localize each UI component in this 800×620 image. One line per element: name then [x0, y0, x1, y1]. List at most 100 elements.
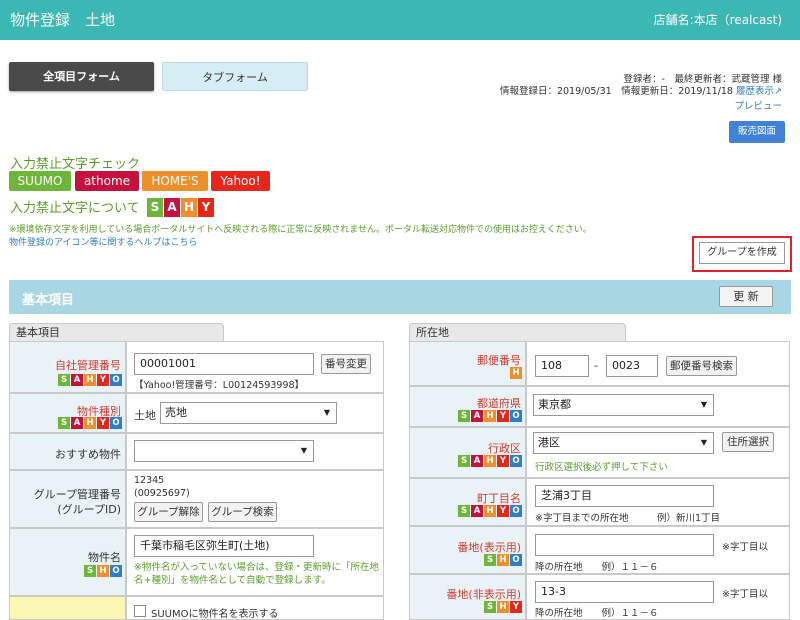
update-button[interactable]: 更 新 — [719, 286, 773, 307]
group-release-button[interactable]: グループ解除 — [134, 502, 203, 522]
zip-first-input[interactable]: 108 — [535, 355, 589, 377]
recommend-select[interactable]: ▼ — [134, 440, 314, 462]
athome-badge: A — [164, 198, 180, 217]
pref-label: 都道府県 — [477, 397, 521, 410]
sale-map-button[interactable]: 販売図面 — [729, 121, 785, 143]
preview-link[interactable]: プレビュー — [734, 98, 782, 112]
address-select-button[interactable]: 住所選択 — [722, 432, 774, 452]
lot-public-badges: SHO — [483, 554, 522, 566]
badge-a: A — [71, 374, 83, 386]
all-fields-form-tab[interactable]: 全項目フォーム — [9, 62, 154, 91]
yahoo-check-button[interactable]: Yahoo! — [211, 171, 270, 191]
highlight-outline — [692, 236, 792, 272]
type-badges: SAHYO — [57, 417, 122, 429]
suumo-check-button[interactable]: SUUMO — [9, 171, 71, 191]
lot-public-label: 番地(表示用) — [457, 541, 521, 554]
badge-h: H — [497, 554, 509, 566]
app-header: 物件登録 土地 店舗名:本店（realcast) — [0, 0, 800, 40]
badge-s: S — [484, 554, 496, 566]
group-search-button[interactable]: グループ検索 — [208, 502, 277, 522]
change-number-button[interactable]: 番号変更 — [321, 354, 371, 374]
icon-help-link[interactable]: 物件登録のアイコン等に関するヘルプはこちら — [9, 235, 198, 248]
prefecture-select[interactable]: 東京都 ▼ — [533, 394, 714, 416]
lot-public-label-cell: 番地(表示用) SHO — [409, 526, 526, 574]
yahoo-mgmt-no: 【Yahoo!管理番号：L00124593998】 — [134, 380, 305, 391]
yahoo-badge: Y — [198, 198, 214, 217]
badge-h: H — [497, 601, 509, 613]
recommend-label: おすすめ物件 — [55, 448, 121, 461]
ward-label: 行政区 — [488, 442, 521, 455]
badge-s: S — [58, 417, 70, 429]
mgmt-no-badges: SAHYO — [57, 374, 122, 386]
ward-select[interactable]: 港区 ▼ — [533, 432, 714, 454]
zip-search-button[interactable]: 郵便番号検索 — [666, 356, 737, 376]
group-label-cell: グループ管理番号 (グループID) — [9, 470, 126, 528]
lot-private-label: 番地(非表示用) — [446, 588, 521, 601]
group-number: 12345 — [134, 475, 165, 486]
badge-a: A — [471, 505, 483, 517]
badge-y: Y — [497, 410, 509, 422]
badge-o: O — [510, 410, 522, 422]
mgmt-no-input[interactable]: 00001001 — [134, 353, 314, 375]
forbidden-char-about-link[interactable]: 入力禁止文字について — [10, 197, 140, 216]
homes-check-button[interactable]: HOME'S — [142, 171, 208, 191]
badge-y: Y — [497, 505, 509, 517]
tab-form-tab[interactable]: タブフォーム — [162, 62, 308, 91]
mgmt-no-label: 自社管理番号 — [55, 359, 121, 372]
zip-label-cell: 郵便番号 H — [409, 341, 526, 386]
badge-a: A — [471, 455, 483, 467]
ward-badges: SAHYO — [457, 455, 522, 467]
chevron-down-icon: ▼ — [323, 408, 330, 417]
badge-h: H — [484, 505, 496, 517]
registration-meta: 登録者：- 最終更新者：武蔵管理 様 情報登録日：2019/05/31 情報更新… — [500, 74, 782, 98]
lot-private-note: 降の所在地 例）１１－６ — [535, 608, 659, 619]
badge-o: O — [510, 554, 522, 566]
property-name-input[interactable]: 千葉市稲毛区弥生町(土地) — [134, 535, 314, 557]
lot-public-note: 降の所在地 例）１１－６ — [535, 562, 659, 573]
history-link[interactable]: 履歴表示 — [736, 86, 774, 97]
athome-check-button[interactable]: athome — [75, 171, 139, 191]
date-info: 情報登録日：2019/05/31 情報更新日：2019/11/18 履歴表示↗ — [499, 86, 782, 97]
type-prefix: 土地 — [134, 409, 156, 422]
badge-s: S — [484, 601, 496, 613]
page-title: 物件登録 土地 — [10, 11, 116, 29]
lot-private-input[interactable]: 13-3 — [535, 581, 714, 603]
ward-note: 行政区選択後必ず押して下さい — [535, 462, 668, 473]
zip-second-input[interactable]: 0023 — [606, 355, 658, 377]
town-input[interactable]: 芝浦3丁目 — [535, 485, 714, 507]
section-basic-items: 基本項目 — [9, 280, 791, 314]
badge-s: S — [458, 410, 470, 422]
group-label-2: (グループID) — [57, 503, 121, 516]
badge-o: O — [510, 505, 522, 517]
town-label: 町丁目名 — [477, 492, 521, 505]
suumo-name-checkbox[interactable] — [134, 605, 146, 617]
lot-public-input[interactable] — [535, 534, 714, 556]
pref-badges: SAHYO — [457, 410, 522, 422]
group-label-1: グループ管理番号 — [33, 488, 121, 501]
badge-o: O — [110, 565, 122, 577]
badge-h: H — [484, 455, 496, 467]
badge-y: Y — [497, 455, 509, 467]
badge-h: H — [97, 565, 109, 577]
badge-y: Y — [510, 601, 522, 613]
name-note: ※物件名が入っていない場合は、登録・更新時に「所在地名+種別」を物件名として自動… — [134, 562, 379, 586]
lot-private-label-cell: 番地(非表示用) SHY — [409, 574, 526, 620]
type-select[interactable]: 売地 ▼ — [160, 402, 337, 424]
badge-s: S — [458, 505, 470, 517]
badge-o: O — [510, 455, 522, 467]
badge-y: Y — [97, 374, 109, 386]
town-badges: SAHYO — [457, 505, 522, 517]
badge-a: A — [71, 417, 83, 429]
location-tab: 所在地 — [409, 323, 626, 341]
ward-label-cell: 行政区 SAHYO — [409, 427, 526, 478]
name-label-cell: 物件名 SHO — [9, 528, 126, 596]
external-link-icon: ↗ — [774, 86, 782, 97]
group-id: (00925697) — [134, 488, 190, 499]
town-note: ※字丁目までの所在地 例）新川1丁目 — [535, 513, 721, 524]
section-title: 基本項目 — [22, 293, 75, 308]
pref-label-cell: 都道府県 SAHYO — [409, 386, 526, 427]
badge-h: H — [484, 410, 496, 422]
type-label-cell: 物件種別 SAHYO — [9, 393, 126, 433]
chevron-down-icon: ▼ — [700, 400, 707, 409]
name-label: 物件名 — [88, 551, 121, 564]
